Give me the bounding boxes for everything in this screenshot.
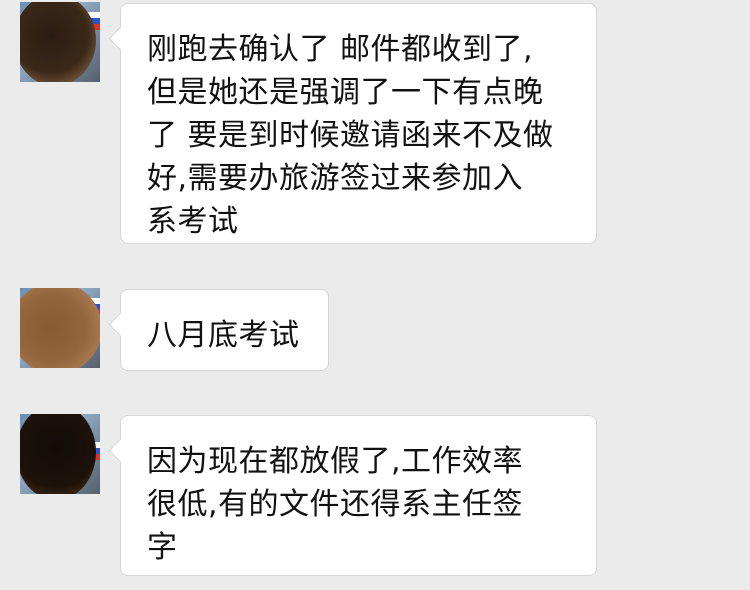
message-text-line: 很低,有的文件还得系主任签 bbox=[147, 487, 524, 522]
message-text-line: 了 要是到时候邀请函来不及做 bbox=[147, 118, 554, 153]
message-bubble[interactable]: 刚跑去确认了 邮件都收到了, 但是她还是强调了一下有点晚 了 要是到时候邀请函来… bbox=[120, 3, 597, 244]
message-text-line: 系考试 bbox=[147, 204, 239, 239]
sender-avatar[interactable] bbox=[20, 414, 100, 494]
message-text-line: 但是她还是强调了一下有点晚 bbox=[147, 75, 544, 110]
message-text-line: 好,需要办旅游签过来参加入 bbox=[147, 161, 524, 196]
message-bubble[interactable]: 八月底考试 bbox=[120, 289, 329, 371]
message-text-line: 因为现在都放假了,工作效率 bbox=[147, 444, 524, 479]
message-text-line: 刚跑去确认了 邮件都收到了, bbox=[147, 32, 534, 67]
message-text-line: 八月底考试 bbox=[147, 318, 300, 353]
message-bubble[interactable]: 因为现在都放假了,工作效率 很低,有的文件还得系主任签 字 bbox=[120, 415, 597, 576]
message-text-line: 字 bbox=[147, 530, 178, 565]
sender-avatar[interactable] bbox=[20, 2, 100, 82]
sender-avatar[interactable] bbox=[20, 288, 100, 368]
